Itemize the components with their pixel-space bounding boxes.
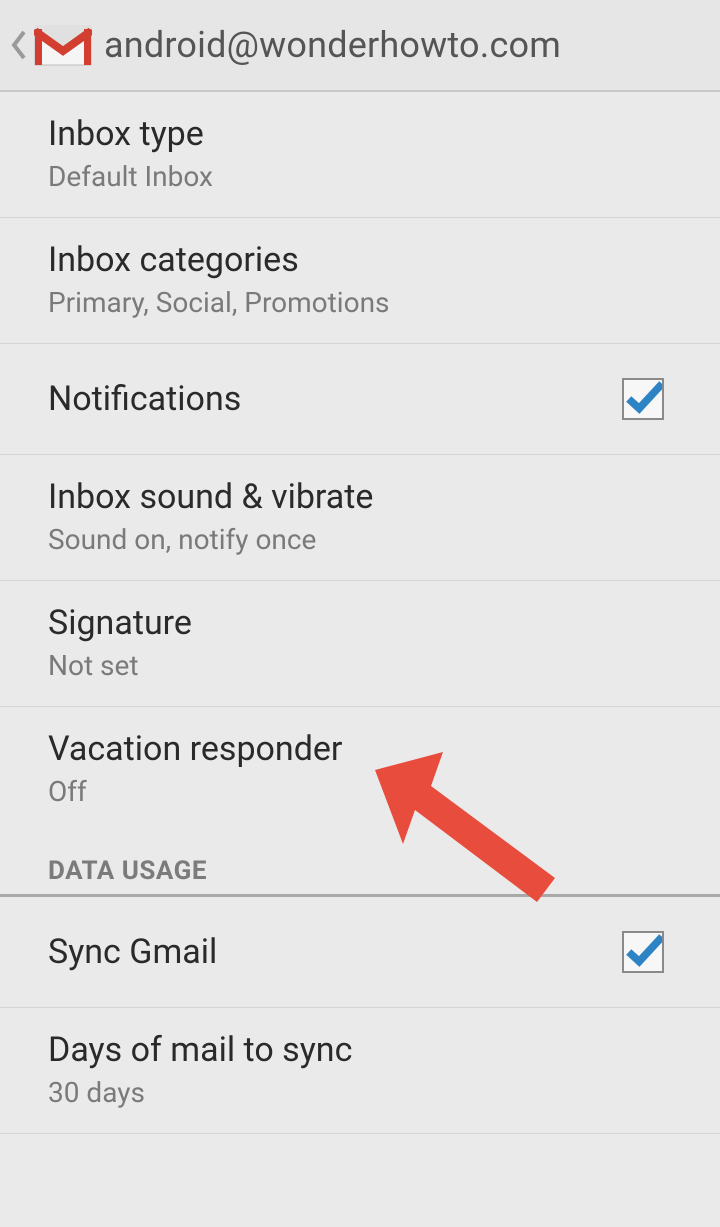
setting-title: Inbox sound & vibrate <box>48 477 373 517</box>
settings-list: Inbox type Default Inbox Inbox categorie… <box>0 92 720 1134</box>
notifications-checkbox[interactable] <box>622 378 664 420</box>
setting-subtitle: Not set <box>48 649 192 682</box>
checkmark-icon <box>624 932 662 972</box>
setting-subtitle: Off <box>48 775 342 808</box>
setting-title: Inbox type <box>48 114 213 154</box>
back-chevron-icon[interactable] <box>8 25 30 65</box>
setting-days-of-mail-to-sync[interactable]: Days of mail to sync 30 days <box>0 1008 720 1134</box>
setting-inbox-sound-vibrate[interactable]: Inbox sound & vibrate Sound on, notify o… <box>0 455 720 581</box>
setting-notifications[interactable]: Notifications <box>0 344 720 455</box>
setting-title: Days of mail to sync <box>48 1030 352 1070</box>
setting-subtitle: Sound on, notify once <box>48 523 373 556</box>
setting-signature[interactable]: Signature Not set <box>0 581 720 707</box>
setting-vacation-responder[interactable]: Vacation responder Off <box>0 707 720 832</box>
setting-subtitle: Default Inbox <box>48 160 213 193</box>
setting-title: Vacation responder <box>48 729 342 769</box>
sync-gmail-checkbox[interactable] <box>622 931 664 973</box>
action-bar: android@wonderhowto.com <box>0 0 720 92</box>
page-title: android@wonderhowto.com <box>104 24 561 66</box>
setting-inbox-type[interactable]: Inbox type Default Inbox <box>0 92 720 218</box>
setting-subtitle: Primary, Social, Promotions <box>48 286 390 319</box>
setting-title: Signature <box>48 603 192 643</box>
setting-title: Notifications <box>48 379 241 419</box>
setting-inbox-categories[interactable]: Inbox categories Primary, Social, Promot… <box>0 218 720 344</box>
checkmark-icon <box>624 379 662 419</box>
setting-sync-gmail[interactable]: Sync Gmail <box>0 897 720 1008</box>
setting-title: Inbox categories <box>48 240 390 280</box>
setting-subtitle: 30 days <box>48 1076 352 1109</box>
section-header-data-usage: DATA USAGE <box>0 832 720 897</box>
gmail-icon[interactable] <box>32 20 94 70</box>
setting-title: Sync Gmail <box>48 932 217 972</box>
